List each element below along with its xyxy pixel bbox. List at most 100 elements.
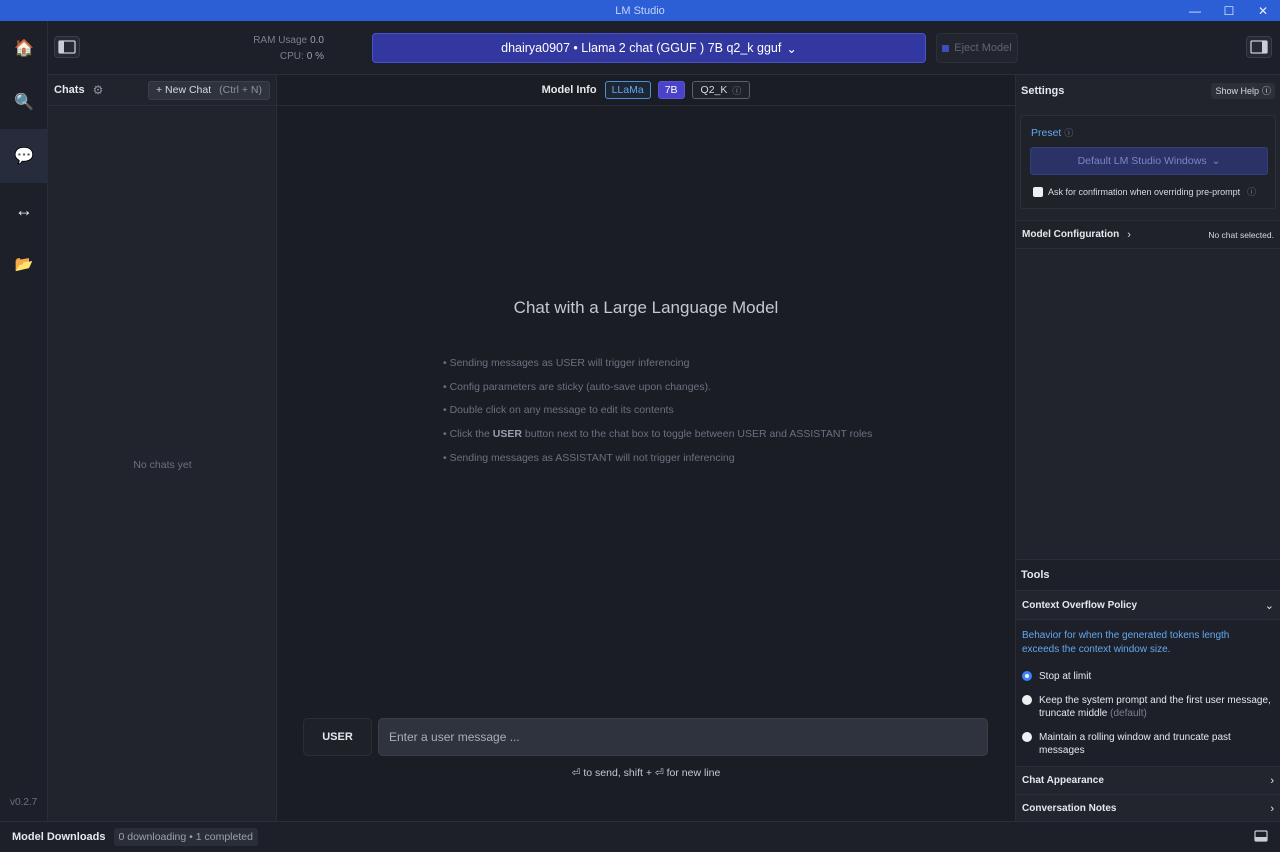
toggle-left-sidebar-button[interactable] [54, 36, 80, 58]
show-help-button[interactable]: Show Help ⓘ [1211, 82, 1275, 99]
nav-my-models[interactable]: 📂 [0, 237, 48, 291]
model-downloads-label[interactable]: Model Downloads [12, 831, 106, 843]
preset-section: Preset ⓘ Default LM Studio Windows ⌄ Ask … [1020, 115, 1276, 209]
show-help-label: Show Help [1215, 85, 1259, 96]
minimize-button[interactable]: — [1178, 0, 1212, 21]
new-chat-label: + New Chat [155, 84, 212, 96]
chats-sidebar: Chats ⚙ + New Chat (Ctrl + N) No chats y… [48, 75, 277, 821]
window-controls: — ☐ ✕ [1178, 0, 1280, 21]
model-configuration-label: Model Configuration [1022, 229, 1120, 240]
quant-label: Q2_K [700, 84, 728, 96]
system-stats: RAM Usage 0.0 CPU: 0 % [252, 33, 324, 65]
context-overflow-description: Behavior for when the generated tokens l… [1022, 630, 1230, 655]
panel-bottom-icon[interactable] [1254, 829, 1268, 845]
status-bar: Model Downloads 0 downloading • 1 comple… [0, 821, 1280, 852]
model-info-bar: Model Info LLaMa 7B Q2_K ⓘ [277, 75, 1015, 106]
folder-icon: 📂 [14, 256, 34, 273]
cpu-label: CPU: [279, 51, 304, 62]
settings-title: Settings [1021, 84, 1065, 97]
sidebar-left-icon [58, 40, 76, 54]
tools-section: Tools Context Overflow Policy ⌄ Behavior… [1016, 559, 1280, 822]
settings-panel: Settings Show Help ⓘ Preset ⓘ Default LM … [1015, 75, 1280, 822]
eject-model-button[interactable]: Eject Model [936, 33, 1018, 63]
ram-value: 0.0 [310, 35, 324, 46]
preset-dropdown[interactable]: Default LM Studio Windows ⌄ [1030, 147, 1268, 175]
ram-label: RAM Usage [253, 35, 308, 46]
nav-chat[interactable]: 💬 [0, 129, 48, 183]
tools-title: Tools [1016, 560, 1280, 591]
overflow-option-stop[interactable]: Stop at limit [1016, 670, 1280, 683]
conversation-notes-label: Conversation Notes [1022, 803, 1117, 814]
nav-rail: 🏠 🔍 💬 ↔ 📂 v0.2.7 [0, 21, 48, 821]
preset-label: Preset ⓘ [1031, 127, 1074, 139]
home-icon: 🏠 [14, 40, 34, 57]
settings-header: Settings Show Help ⓘ [1016, 75, 1280, 106]
no-chat-selected-text: No chat selected. [1208, 229, 1274, 240]
message-input[interactable] [378, 718, 988, 756]
model-selector[interactable]: dhairya0907 • Llama 2 chat (GGUF ) 7B q2… [372, 33, 926, 63]
chats-header: Chats ⚙ + New Chat (Ctrl + N) [48, 75, 276, 106]
radio-unselected[interactable] [1022, 695, 1032, 705]
chat-appearance-row[interactable]: Chat Appearance › [1016, 766, 1280, 794]
chat-main: Model Info LLaMa 7B Q2_K ⓘ Chat with a L… [277, 75, 1015, 821]
conversation-notes-row[interactable]: Conversation Notes › [1016, 794, 1280, 822]
info-icon: ⓘ [1064, 128, 1074, 138]
model-info-label: Model Info [541, 84, 597, 96]
chevron-right-icon: › [1270, 774, 1274, 787]
overflow-option-label: Keep the system prompt and the first use… [1039, 695, 1271, 719]
chats-title: Chats [54, 84, 85, 96]
confirm-override-checkbox[interactable] [1033, 186, 1043, 197]
tip-item: • Sending messages as ASSISTANT will not… [443, 451, 735, 464]
cpu-value: 0 % [306, 51, 324, 62]
new-chat-button[interactable]: + New Chat (Ctrl + N) [147, 80, 270, 100]
search-icon: 🔍 [14, 94, 34, 111]
usage-tips: • Sending messages as USER will trigger … [443, 356, 872, 474]
tip-item: • Sending messages as USER will trigger … [443, 357, 690, 369]
preset-value: Default LM Studio Windows [1077, 155, 1207, 167]
app-version: v0.2.7 [10, 797, 38, 808]
info-icon: ⓘ [1247, 187, 1257, 197]
chevron-down-icon: ⌄ [786, 41, 797, 56]
overflow-option-truncate-middle[interactable]: Keep the system prompt and the first use… [1016, 694, 1280, 720]
gear-icon[interactable]: ⚙ [93, 83, 104, 97]
model-configuration-row[interactable]: Model Configuration › No chat selected. [1016, 220, 1280, 249]
context-overflow-policy-header[interactable]: Context Overflow Policy ⌄ [1016, 591, 1280, 620]
chevron-right-icon: › [1270, 802, 1274, 815]
chat-appearance-label: Chat Appearance [1022, 775, 1104, 786]
confirm-override-label: Ask for confirmation when overriding pre… [1048, 186, 1241, 197]
close-button[interactable]: ✕ [1246, 0, 1280, 21]
help-icon: ⓘ [1261, 86, 1271, 96]
nav-local-server[interactable]: ↔ [0, 183, 48, 237]
overflow-option-rolling-window[interactable]: Maintain a rolling window and truncate p… [1016, 731, 1280, 757]
size-badge: 7B [657, 81, 685, 99]
quant-badge[interactable]: Q2_K ⓘ [691, 81, 751, 99]
confirm-override-option[interactable]: Ask for confirmation when overriding pre… [1033, 185, 1256, 198]
context-overflow-policy-label: Context Overflow Policy [1022, 599, 1138, 611]
eject-model-label: Eject Model [954, 42, 1012, 54]
empty-chats-message: No chats yet [133, 459, 192, 471]
top-bar: RAM Usage 0.0 CPU: 0 % dhairya0907 • Llama… [48, 21, 1280, 75]
chevron-down-icon: ⌄ [1211, 155, 1221, 167]
chevron-right-icon: › [1127, 228, 1131, 241]
model-selector-label: dhairya0907 • Llama 2 chat (GGUF ) 7B q2… [501, 41, 782, 55]
download-status: 0 downloading • 1 completed [113, 828, 258, 846]
radio-unselected[interactable] [1022, 732, 1032, 742]
overflow-option-label: Maintain a rolling window and truncate p… [1039, 732, 1231, 756]
sidebar-right-icon [1250, 40, 1268, 54]
info-icon: ⓘ [732, 85, 742, 96]
toggle-right-panel-button[interactable] [1246, 36, 1272, 58]
chevron-down-icon: ⌄ [1264, 599, 1274, 612]
nav-search[interactable]: 🔍 [0, 75, 48, 129]
new-chat-shortcut: (Ctrl + N) [219, 84, 262, 96]
window-title-bar: LM Studio — ☐ ✕ [0, 0, 1280, 21]
chat-icon: 💬 [14, 148, 34, 165]
eject-icon [942, 44, 950, 52]
nav-home[interactable]: 🏠 [0, 21, 48, 75]
tip-item: • Click the USER button next to the chat… [443, 428, 873, 441]
radio-selected[interactable] [1022, 671, 1032, 681]
role-toggle-button[interactable]: USER [303, 718, 372, 756]
send-hint: ⏎ to send, shift + ⏎ for new line [571, 767, 721, 779]
overflow-option-label: Stop at limit [1039, 671, 1092, 682]
tip-item: • Double click on any message to edit it… [443, 404, 674, 417]
maximize-button[interactable]: ☐ [1212, 0, 1246, 21]
